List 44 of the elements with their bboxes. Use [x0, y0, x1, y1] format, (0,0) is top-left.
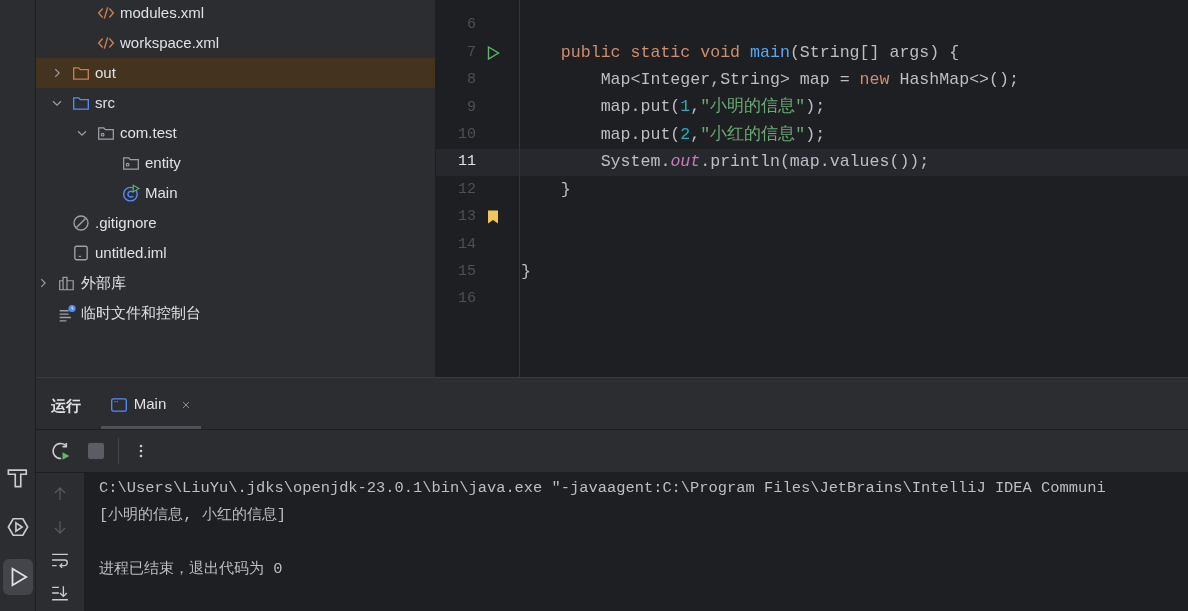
- xml-file-icon: [97, 4, 115, 22]
- run-tab[interactable]: Main: [101, 383, 201, 429]
- services-icon: [6, 516, 29, 538]
- scratch-list-icon: [58, 304, 76, 322]
- console-line: 进程已结束，退出代码为 0: [99, 559, 284, 580]
- rerun-icon[interactable]: [50, 441, 70, 461]
- tree-item[interactable]: .gitignore: [36, 208, 435, 238]
- library-icon: [58, 274, 76, 292]
- scroll-to-end-icon[interactable]: [51, 584, 69, 602]
- tool-window-button[interactable]: [2, 559, 33, 595]
- ignored-file-icon: [72, 214, 90, 232]
- xml-file-icon: [97, 34, 115, 52]
- tree-item[interactable]: src: [36, 88, 435, 118]
- tree-item[interactable]: untitled.iml: [36, 238, 435, 268]
- tree-item[interactable]: entity: [36, 148, 435, 178]
- console-line: C:\Users\LiuYu\.jdks\openjdk-23.0.1\bin\java.exe "-javaagent:C:\Program Files\JetBrains\IntelliJ IDEA Communi: [99, 478, 1107, 499]
- code-line: map.put(1,"小明的信息");: [599, 96, 826, 119]
- code-line: public static void main(String[] args) {: [559, 41, 960, 64]
- tree-item[interactable]: 临时文件和控制台: [36, 298, 435, 328]
- console-window-icon: [109, 395, 128, 414]
- class-run-icon: [122, 184, 140, 202]
- run-icon[interactable]: [485, 45, 501, 62]
- tree-item[interactable]: 外部库: [36, 268, 435, 298]
- package-folder-icon: [97, 124, 115, 142]
- code-line: }: [521, 260, 531, 283]
- hammer-icon: [6, 466, 29, 488]
- tree-item[interactable]: modules.xml: [36, 0, 435, 28]
- console-line: [小明的信息, 小红的信息]: [99, 505, 287, 526]
- code-line: }: [559, 178, 571, 201]
- bookmark-icon[interactable]: [485, 209, 501, 226]
- soft-wrap-icon[interactable]: [51, 551, 69, 569]
- folder-icon: [72, 64, 90, 82]
- module-file-icon: [72, 244, 90, 262]
- tree-item[interactable]: out: [36, 58, 435, 88]
- tree-item[interactable]: com.test: [36, 118, 435, 148]
- tree-item[interactable]: workspace.xml: [36, 28, 435, 58]
- panel-title: 运行: [51, 395, 81, 416]
- line-number: 11: [457, 152, 476, 173]
- code-line: map.put(2,"小红的信息");: [599, 123, 826, 146]
- code-line: Map<Integer,String> map = new HashMap<>();: [599, 69, 1019, 92]
- tree-item[interactable]: Main: [36, 178, 435, 208]
- folder-icon: [72, 94, 90, 112]
- package-folder-icon: [122, 154, 140, 172]
- code-line: System.out.println(map.values());: [599, 151, 930, 174]
